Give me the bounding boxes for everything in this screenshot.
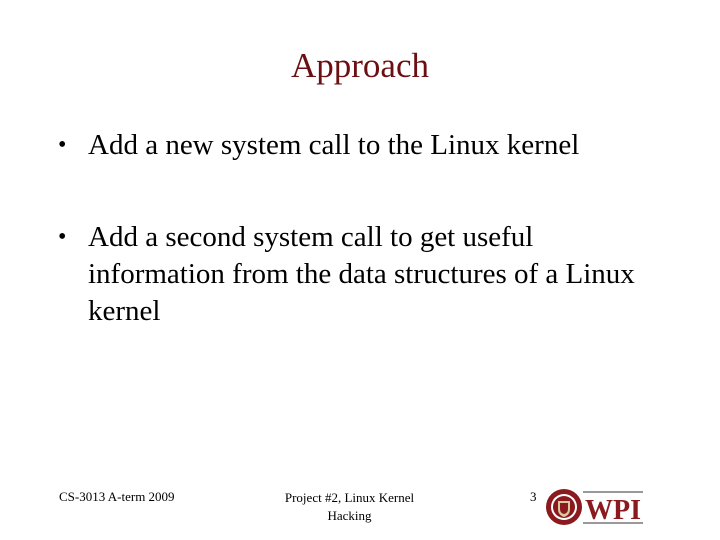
wpi-logo: WPI	[545, 487, 645, 527]
footer-course: CS-3013 A-term 2009	[59, 489, 175, 504]
page-number: 3	[530, 489, 537, 504]
bullet-text: Add a new system call to the Linux kerne…	[88, 129, 580, 161]
logo-text: WPI	[585, 495, 641, 526]
bullet-item: • Add a new system call to the Linux ker…	[55, 127, 675, 164]
wpi-seal-icon: WPI	[546, 489, 643, 526]
slide-title: Approach	[290, 46, 429, 85]
footer-topic: Project #2, Linux Kernel Hacking	[284, 490, 415, 523]
bullet-list: • Add a new system call to the Linux ker…	[55, 127, 675, 330]
bullet-icon: •	[58, 224, 67, 250]
bullet-icon: •	[58, 132, 67, 158]
bullet-item: • Add a second system call to get useful…	[55, 219, 675, 330]
bullet-text: Add a second system call to get useful i…	[88, 221, 635, 327]
